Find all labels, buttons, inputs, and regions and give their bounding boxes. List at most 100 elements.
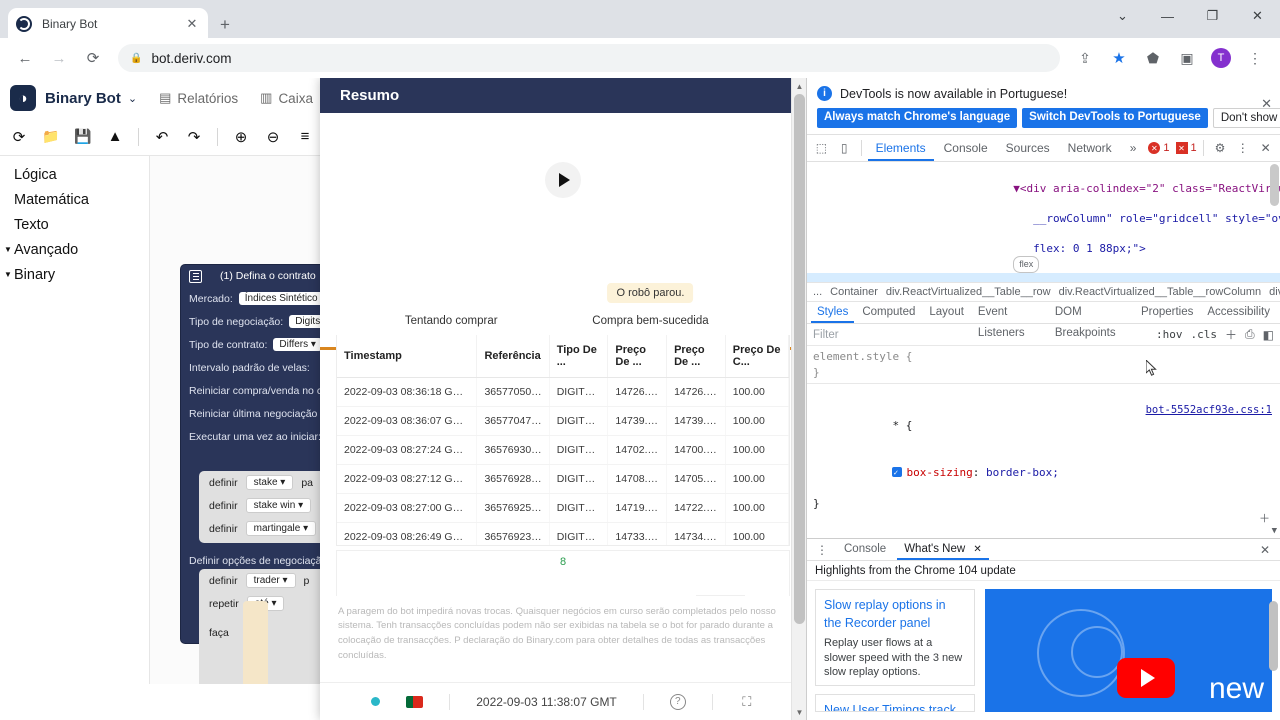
- menu-item-relatorios[interactable]: ▤ Relatórios: [159, 90, 238, 106]
- drawer-close-icon[interactable]: ✕: [1254, 539, 1276, 561]
- cls-toggle-button[interactable]: .cls: [1191, 328, 1218, 341]
- chevron-down-icon[interactable]: ⌄: [128, 92, 137, 105]
- whats-new-video-thumbnail[interactable]: new: [985, 589, 1272, 712]
- column-header-preco-c[interactable]: Preço De C...: [725, 335, 789, 378]
- card-title[interactable]: Slow replay options in the Recorder pane…: [824, 596, 966, 632]
- dom-tree[interactable]: ▼<div aria-colindex="2" class="ReactVirt…: [807, 162, 1280, 282]
- transactions-table[interactable]: Timestamp Referência Tipo De ... Preço D…: [336, 335, 790, 546]
- extensions-puzzle-icon[interactable]: ⬟: [1139, 44, 1167, 72]
- help-icon[interactable]: ?: [669, 693, 686, 710]
- dom-line-selected[interactable]: … <> </div> == $0: [807, 273, 1280, 282]
- dom-line[interactable]: ▼<div aria-colindex="2" class="ReactVirt…: [807, 166, 1280, 196]
- breadcrumb-item[interactable]: Container: [830, 286, 878, 298]
- scroll-up-arrow-icon[interactable]: ▲: [792, 78, 807, 94]
- toolbox-item-matematica[interactable]: Matemática: [0, 187, 149, 212]
- tab-network[interactable]: Network: [1060, 135, 1120, 161]
- forward-arrow-icon[interactable]: →: [45, 44, 73, 72]
- column-header-referencia[interactable]: Referência: [476, 335, 550, 378]
- drawer-tab-whats-new[interactable]: What's New ✕: [897, 539, 989, 560]
- maximize-icon[interactable]: ❐: [1190, 0, 1235, 32]
- toolbox-item-logica[interactable]: Lógica: [0, 162, 149, 187]
- dom-line[interactable]: flex: 0 1 88px;"> flex: [807, 226, 1280, 273]
- tab-search-chevron-down-icon[interactable]: ⌄: [1100, 0, 1145, 32]
- block-loop-body[interactable]: [243, 601, 268, 684]
- styles-pane[interactable]: element.style { } bot-5552acf93e.css:1 *…: [807, 346, 1280, 538]
- side-panel-icon[interactable]: ▣: [1173, 44, 1201, 72]
- table-row[interactable]: 2022-09-03 08:36:18 GMT-0300 36577050444…: [337, 377, 789, 407]
- avatar[interactable]: T: [1207, 44, 1235, 72]
- table-row[interactable]: 2022-09-03 08:27:00 GMT-0300 36576925476…: [337, 493, 789, 523]
- card-title[interactable]: New User Timings track in: [824, 701, 966, 711]
- computed-sidebar-icon[interactable]: ⎙: [1245, 327, 1255, 342]
- set-variable[interactable]: stake win ▾: [245, 498, 312, 513]
- add-declaration-icon[interactable]: ＋: [1259, 511, 1280, 527]
- dom-line[interactable]: __rowColumn" role="gridcell" style="over…: [807, 196, 1280, 226]
- always-match-language-button[interactable]: Always match Chrome's language: [817, 108, 1018, 128]
- more-tabs-icon[interactable]: »: [1122, 135, 1145, 161]
- tab-elements[interactable]: Elements: [867, 135, 934, 161]
- zoom-out-icon[interactable]: ⊖: [264, 128, 282, 146]
- column-header-preco-2[interactable]: Preço De ...: [666, 335, 726, 378]
- set-variable[interactable]: martingale ▾: [245, 521, 317, 536]
- breadcrumb-item[interactable]: div.ReactVirtualized__Table__rowColumn: [1059, 286, 1262, 298]
- styles-filter-input[interactable]: Filter: [813, 329, 1148, 341]
- banner-close-icon[interactable]: ✕: [1261, 96, 1272, 112]
- menu-item-caixa[interactable]: ▥ Caixa: [260, 90, 313, 106]
- rule-universal[interactable]: bot-5552acf93e.css:1 * { box-sizing: bor…: [807, 384, 1280, 538]
- new-style-rule-icon[interactable]: ＋: [1225, 326, 1237, 343]
- drawer-menu-icon[interactable]: ⋮: [811, 539, 833, 561]
- tab-dom-breakpoints[interactable]: DOM Breakpoints: [1049, 302, 1133, 339]
- inspect-element-icon[interactable]: ⬚: [811, 137, 832, 159]
- hov-toggle-button[interactable]: :hov: [1156, 328, 1183, 341]
- sort-blocks-icon[interactable]: ≡: [296, 128, 314, 146]
- reset-icon[interactable]: ⟳: [10, 128, 28, 146]
- browser-menu-icon[interactable]: ⋮: [1241, 44, 1269, 72]
- tab-properties[interactable]: Properties: [1135, 302, 1199, 323]
- tab-computed[interactable]: Computed: [856, 302, 921, 323]
- block-settings-icon[interactable]: [189, 269, 202, 283]
- scrollbar-thumb[interactable]: [1270, 164, 1279, 206]
- play-icon[interactable]: [1117, 657, 1176, 698]
- drawer-tab-console[interactable]: Console: [837, 539, 893, 560]
- tab-styles[interactable]: Styles: [811, 302, 855, 323]
- redo-icon[interactable]: ↷: [185, 128, 203, 146]
- column-header-tipo[interactable]: Tipo De ...: [549, 335, 609, 378]
- styles-scroll-down-icon[interactable]: ▼: [1272, 526, 1277, 536]
- switch-devtools-language-button[interactable]: Switch DevTools to Portuguese: [1022, 108, 1208, 128]
- column-header-preco-1[interactable]: Preço De ...: [607, 335, 668, 378]
- toolbox-item-texto[interactable]: Texto: [0, 212, 149, 237]
- scrollbar-thumb[interactable]: [794, 94, 805, 624]
- device-toolbar-icon[interactable]: ▯: [834, 137, 855, 159]
- field-value[interactable]: Differs ▾: [273, 338, 322, 351]
- toolbox-item-binary[interactable]: ▼ Binary: [0, 262, 149, 287]
- column-header-timestamp[interactable]: Timestamp: [337, 335, 478, 378]
- dom-scrollbar[interactable]: [1270, 164, 1279, 274]
- reload-icon[interactable]: ⟳: [79, 44, 107, 72]
- flex-badge[interactable]: flex: [1013, 256, 1040, 273]
- set-variable[interactable]: stake ▾: [245, 475, 294, 490]
- breadcrumb-item[interactable]: div.ReactVirtualized__Table__row: [886, 286, 1051, 298]
- gear-icon[interactable]: ⚙: [1210, 137, 1231, 159]
- tab-event-listeners[interactable]: Event Listeners: [972, 302, 1047, 339]
- tab-accessibility[interactable]: Accessibility: [1201, 302, 1276, 323]
- save-icon[interactable]: 💾: [74, 128, 92, 146]
- devtools-menu-icon[interactable]: ⋮: [1232, 137, 1253, 159]
- portugal-flag-icon[interactable]: [406, 695, 424, 708]
- open-folder-icon[interactable]: 📁: [42, 128, 60, 146]
- error-count-badge[interactable]: ✕ 1: [1148, 142, 1170, 154]
- tab-layout[interactable]: Layout: [923, 302, 970, 323]
- breadcrumb-item[interactable]: div: [1269, 286, 1280, 298]
- close-icon[interactable]: ✕: [973, 544, 981, 555]
- scroll-down-arrow-icon[interactable]: ▼: [792, 704, 807, 720]
- field-value[interactable]: Índices Sintético: [238, 292, 324, 305]
- whats-new-card[interactable]: Slow replay options in the Recorder pane…: [815, 589, 975, 687]
- scrollbar-thumb[interactable]: [1269, 601, 1278, 671]
- declaration-checkbox[interactable]: [892, 465, 903, 480]
- window-close-icon[interactable]: ✕: [1235, 0, 1280, 32]
- browser-tab[interactable]: Binary Bot ✕: [8, 8, 208, 40]
- rule-source-link[interactable]: bot-5552acf93e.css:1: [1146, 403, 1280, 419]
- google-drive-icon[interactable]: ▲: [106, 128, 124, 146]
- devtools-close-icon[interactable]: ✕: [1255, 137, 1276, 159]
- tab-console[interactable]: Console: [936, 135, 996, 161]
- breadcrumb-item[interactable]: ...: [813, 286, 822, 298]
